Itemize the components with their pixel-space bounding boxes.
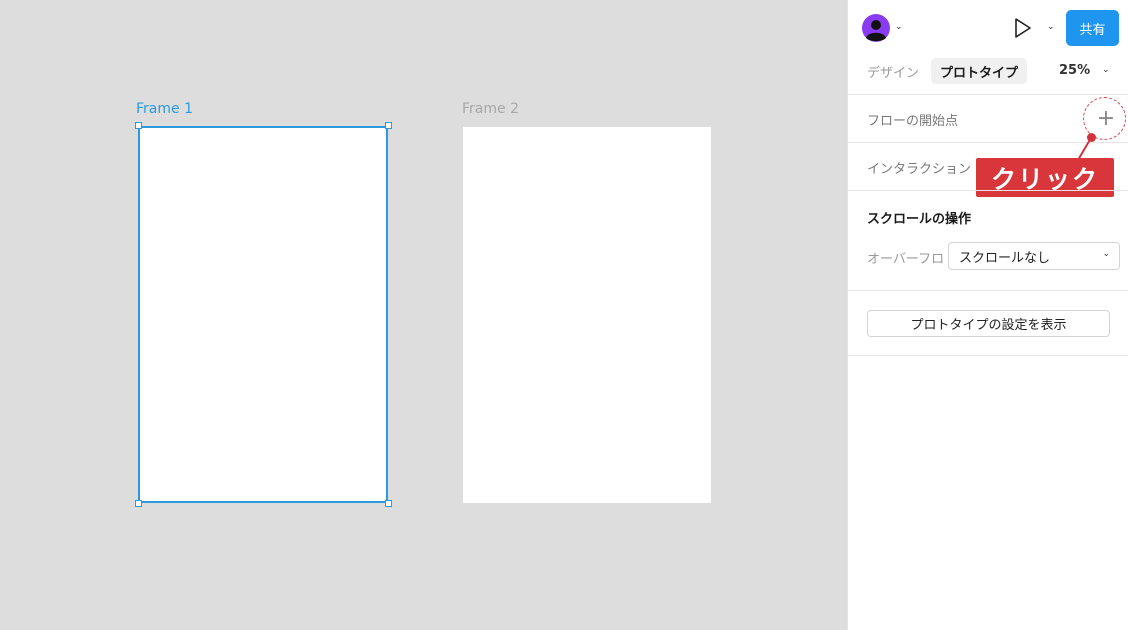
resize-handle-bottom-right[interactable] (385, 500, 392, 507)
divider (848, 290, 1128, 291)
divider (848, 355, 1128, 356)
click-callout: クリック (976, 158, 1114, 197)
resize-handle-top-left[interactable] (135, 122, 142, 129)
callout-dot (1087, 133, 1096, 142)
resize-handle-top-right[interactable] (385, 122, 392, 129)
frame-2-label[interactable]: Frame 2 (462, 101, 519, 117)
show-prototype-settings-button[interactable]: プロトタイプの設定を表示 (867, 310, 1110, 337)
design-canvas[interactable]: Frame 1 Frame 2 (0, 0, 847, 630)
resize-handle-bottom-left[interactable] (135, 500, 142, 507)
frame-1-label[interactable]: Frame 1 (136, 101, 193, 117)
frame-2[interactable] (463, 127, 711, 503)
chevron-down-icon: ⌄ (1102, 249, 1110, 259)
properties-panel: ⌄ ⌄ 共有 デザイン プロトタイプ 25% ⌄ フローの開始点 + インタラク… (847, 0, 1128, 630)
overflow-select-value: スクロールなし (959, 250, 1051, 266)
overflow-label: オーバーフロ (867, 252, 945, 267)
overflow-select[interactable]: スクロールなし ⌄ (948, 242, 1120, 270)
scroll-section-title: スクロールの操作 (867, 212, 972, 227)
divider (848, 190, 1128, 191)
frame-1[interactable] (138, 126, 388, 503)
